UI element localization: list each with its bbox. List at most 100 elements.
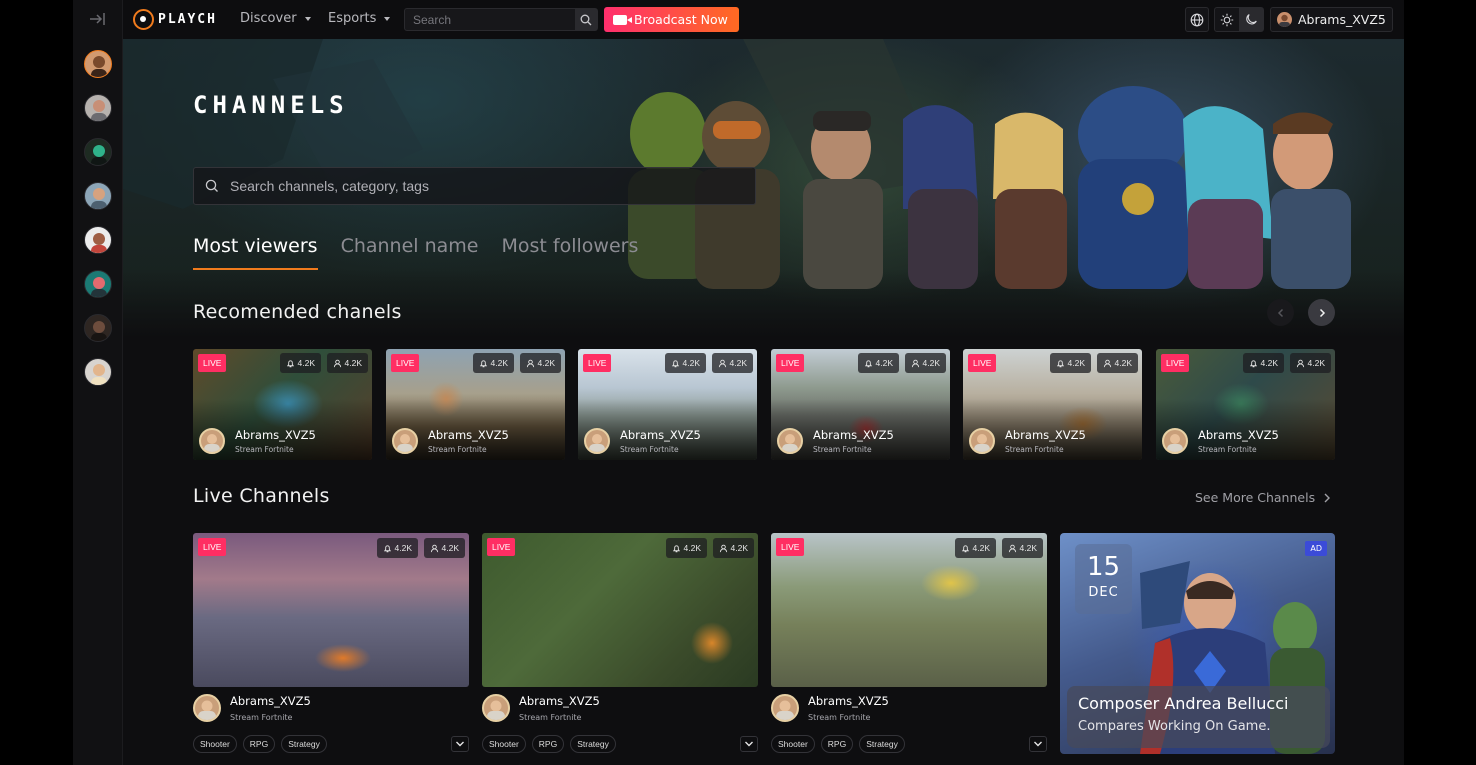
recommended-card[interactable]: LIVE 4.2K 4.2K Abrams_XVZ5 Stream Fortnit… [963, 349, 1142, 460]
tab-most-viewers[interactable]: Most viewers [193, 235, 318, 270]
tag-strategy[interactable]: Strategy [859, 735, 905, 753]
top-search-input[interactable] [405, 9, 575, 30]
stream-subtitle: Stream Fortnite [235, 445, 294, 454]
bell-icon [961, 544, 969, 552]
chevron-right-icon[interactable] [1308, 299, 1335, 326]
viewer-value: 4.2K [1114, 358, 1133, 368]
live-channel-card[interactable]: LIVE 4.2K 4.2K Abrams_XVZ5 Stream Fortnit… [482, 533, 758, 753]
ad-card[interactable]: 15 DEC AD Composer Andrea Bellucci Compa… [1060, 533, 1335, 754]
streamer-info: Abrams_XVZ5 Stream Fortnite [771, 694, 1047, 722]
viewer-count: 4.2K [423, 538, 465, 558]
streamer-name: Abrams_XVZ5 [1198, 428, 1279, 442]
rail-avatar-6[interactable] [84, 270, 112, 298]
viewer-count: 4.2K [1289, 353, 1331, 373]
recommended-card[interactable]: LIVE 4.2K 4.2K Abrams_XVZ5 Stream Fortnit… [771, 349, 950, 460]
user-icon [526, 359, 534, 367]
ad-subtitle: Compares Working On Game. [1078, 719, 1271, 734]
streamer-info: Abrams_XVZ5 Stream Fortnite [193, 694, 469, 722]
notify-count: 4.2K [472, 353, 514, 373]
streamer-name: Abrams_XVZ5 [1005, 428, 1086, 442]
recommended-card[interactable]: LIVE 4.2K 4.2K Abrams_XVZ5 Stream Fortnit… [386, 349, 565, 460]
user-icon [333, 359, 341, 367]
tag-shooter[interactable]: Shooter [771, 735, 815, 753]
chevron-down-icon[interactable] [740, 736, 758, 752]
tag-shooter[interactable]: Shooter [193, 735, 237, 753]
channels-page: CHANNELS Most viewers Channel name Most … [123, 39, 1404, 765]
tag-strategy[interactable]: Strategy [570, 735, 616, 753]
language-button[interactable] [1185, 7, 1209, 32]
chevron-down-icon [384, 16, 391, 21]
rail-avatar-7[interactable] [84, 314, 112, 342]
rail-avatar-1[interactable] [84, 50, 112, 78]
event-month: DEC [1088, 585, 1119, 600]
broadcast-now-button[interactable]: Broadcast Now [604, 7, 739, 32]
streamer-name: Abrams_XVZ5 [235, 428, 316, 442]
globe-icon [1190, 13, 1204, 26]
rail-avatar-8[interactable] [84, 358, 112, 386]
live-badge: LIVE [1161, 354, 1190, 372]
see-more-label: See More Channels [1195, 490, 1316, 505]
chevron-down-icon[interactable] [451, 736, 469, 752]
recommended-card[interactable]: LIVE 4.2K 4.2K Abrams_XVZ5 Stream Fortnit… [1156, 349, 1335, 460]
rail-avatar-4[interactable] [84, 182, 112, 210]
bell-icon [286, 359, 294, 367]
nav-discover[interactable]: Discover [240, 11, 311, 26]
tag-rpg[interactable]: RPG [531, 735, 565, 753]
chevron-left-icon[interactable] [1267, 299, 1294, 326]
tab-most-followers[interactable]: Most followers [502, 235, 639, 270]
bell-icon [671, 359, 679, 367]
live-badge: LIVE [968, 354, 997, 372]
notify-value: 4.2K [683, 543, 702, 553]
tag-rpg[interactable]: RPG [242, 735, 276, 753]
notify-value: 4.2K [682, 358, 701, 368]
rail-avatar-2[interactable] [84, 94, 112, 122]
tag-rpg[interactable]: RPG [820, 735, 854, 753]
avatar [1277, 12, 1292, 27]
recommended-card[interactable]: LIVE 4.2K 4.2K Abrams_XVZ5 Stream Fortnit… [193, 349, 372, 460]
tag-strategy[interactable]: Strategy [281, 735, 327, 753]
top-bar: PLAYCH Discover Esports Broadcast Now Ab… [123, 0, 1404, 39]
streamer-name: Abrams_XVZ5 [813, 428, 894, 442]
notify-count: 4.2K [954, 538, 996, 558]
channel-search-input[interactable] [194, 168, 755, 204]
chevron-down-icon[interactable] [1029, 736, 1047, 752]
avatar [392, 428, 418, 454]
ad-badge: AD [1305, 541, 1327, 556]
logo-mark-icon [133, 8, 154, 30]
notify-value: 4.2K [490, 358, 509, 368]
nav-esports[interactable]: Esports [328, 11, 391, 26]
streamer-info: Abrams_XVZ5 Stream Fortnite [392, 428, 509, 454]
notify-value: 4.2K [1067, 358, 1086, 368]
live-badge: LIVE [776, 538, 805, 556]
nav-discover-label: Discover [240, 11, 297, 26]
light-theme-button[interactable] [1215, 8, 1239, 31]
notify-count: 4.2K [376, 538, 418, 558]
sidebar-expand-icon[interactable] [88, 9, 108, 29]
bell-icon [1056, 359, 1064, 367]
channel-search [193, 167, 756, 205]
live-channel-card[interactable]: LIVE 4.2K 4.2K Abrams_XVZ5 Stream Fortnit… [771, 533, 1047, 753]
recommended-card[interactable]: LIVE 4.2K 4.2K Abrams_XVZ5 Stream Fortnit… [578, 349, 757, 460]
live-badge: LIVE [198, 538, 227, 556]
notify-count: 4.2K [665, 538, 707, 558]
live-channel-card[interactable]: LIVE 4.2K 4.2K Abrams_XVZ5 Stream Fortnit… [193, 533, 469, 753]
streamer-info: Abrams_XVZ5 Stream Fortnite [1162, 428, 1279, 454]
tag-list: Shooter RPG Strategy [771, 735, 1047, 753]
user-menu[interactable]: Abrams_XVZ5 [1270, 7, 1393, 32]
dark-theme-button[interactable] [1239, 8, 1263, 31]
live-badge: LIVE [776, 354, 805, 372]
viewer-count: 4.2K [904, 353, 946, 373]
viewer-value: 4.2K [1307, 358, 1326, 368]
see-more-channels-link[interactable]: See More Channels [1195, 490, 1331, 505]
live-badge: LIVE [198, 354, 227, 372]
logo[interactable]: PLAYCH [133, 8, 217, 30]
search-icon[interactable] [575, 9, 597, 30]
tag-list: Shooter RPG Strategy [482, 735, 758, 753]
user-icon [718, 359, 726, 367]
rail-avatar-5[interactable] [84, 226, 112, 254]
rail-avatar-3[interactable] [84, 138, 112, 166]
video-camera-icon [613, 14, 632, 25]
notify-value: 4.2K [297, 358, 316, 368]
tag-shooter[interactable]: Shooter [482, 735, 526, 753]
tab-channel-name[interactable]: Channel name [341, 235, 479, 270]
